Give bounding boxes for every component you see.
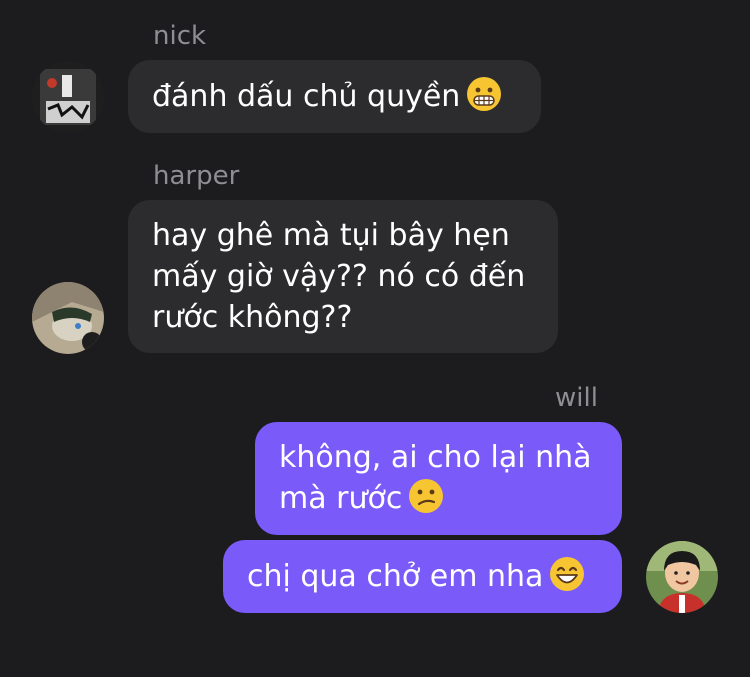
avatar-nick-image xyxy=(32,61,104,133)
message-bubble-nick[interactable]: đánh dấu chủ quyền xyxy=(128,60,541,133)
message-line: mà rước xyxy=(279,481,403,516)
grinning-smiling-eyes-face-icon xyxy=(549,556,585,603)
message-bubble-harper[interactable]: hay ghê mà tụi bây hẹn mấy giờ vậy?? nó … xyxy=(128,200,558,353)
sender-name-will: will xyxy=(555,383,598,413)
avatar-harper-image xyxy=(32,282,104,354)
grimacing-face-icon xyxy=(466,76,502,123)
message-line: rước không?? xyxy=(152,300,353,335)
avatar-nick[interactable] xyxy=(32,61,104,133)
avatar-harper[interactable] xyxy=(32,282,104,354)
message-line: không, ai cho lại nhà xyxy=(279,440,592,475)
message-bubble-will-1[interactable]: không, ai cho lại nhà mà rước xyxy=(255,422,622,535)
message-line: mấy giờ vậy?? nó có đến xyxy=(152,259,526,294)
avatar-will[interactable] xyxy=(646,541,718,613)
avatar-will-image xyxy=(646,541,718,613)
sender-name-nick: nick xyxy=(153,21,207,51)
message-text: đánh dấu chủ quyền xyxy=(152,79,461,114)
sender-name-harper: harper xyxy=(153,161,240,191)
confused-face-icon xyxy=(408,478,444,525)
message-line: hay ghê mà tụi bây hẹn xyxy=(152,218,510,253)
message-text: chị qua chở em nha xyxy=(247,559,544,594)
message-bubble-will-2[interactable]: chị qua chở em nha xyxy=(223,540,622,613)
